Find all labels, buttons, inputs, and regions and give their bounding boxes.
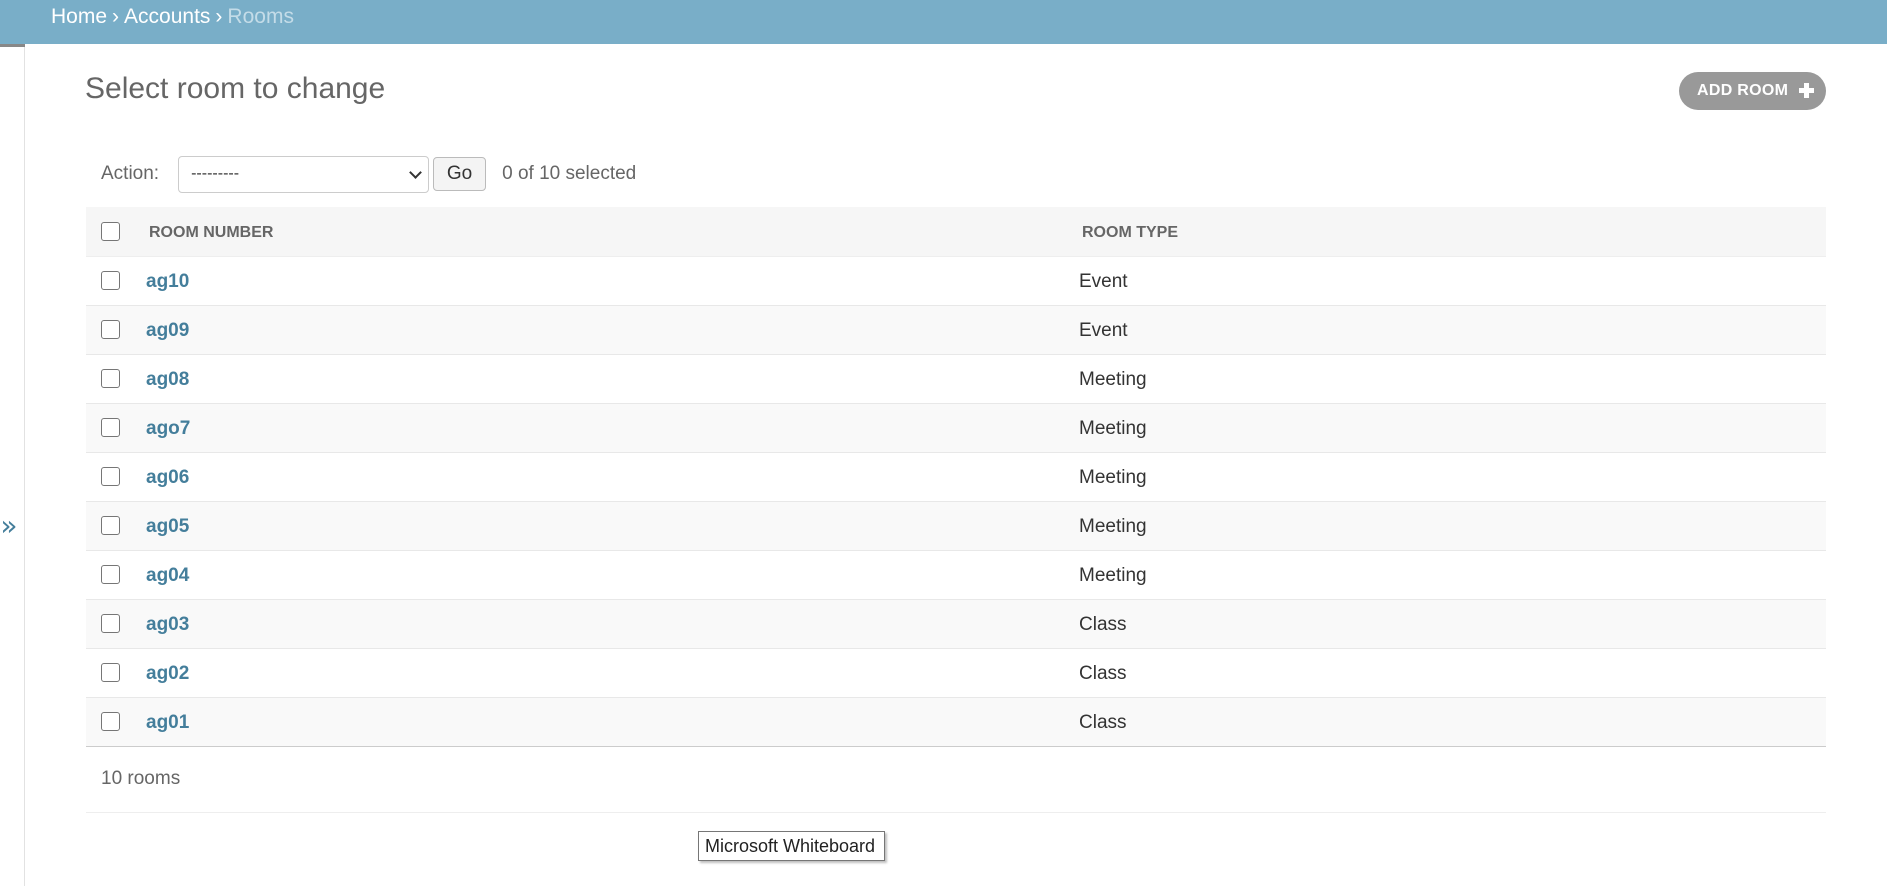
select-all-checkbox[interactable] xyxy=(101,222,120,241)
row-checkbox[interactable] xyxy=(101,614,120,633)
plus-icon xyxy=(1799,83,1814,98)
room-type-cell: Meeting xyxy=(1079,516,1147,537)
table-header: ROOM NUMBER ROOM TYPE xyxy=(86,207,1826,257)
table-row: ag09 Event xyxy=(86,306,1826,355)
selection-counter: 0 of 10 selected xyxy=(502,163,637,184)
table-row: ag04 Meeting xyxy=(86,551,1826,600)
chevron-down-icon xyxy=(409,165,422,179)
table-row: ag08 Meeting xyxy=(86,355,1826,404)
action-select[interactable]: --------- xyxy=(178,155,430,193)
room-number-link[interactable]: ag08 xyxy=(146,369,189,391)
table-row: ag10 Event xyxy=(86,257,1826,306)
row-checkbox[interactable] xyxy=(101,369,120,388)
breadcrumb-home-link[interactable]: Home xyxy=(51,5,107,28)
room-type-cell: Class xyxy=(1079,663,1127,684)
room-type-cell: Class xyxy=(1079,712,1127,733)
table-row: ag03 Class xyxy=(86,600,1826,649)
add-room-button[interactable]: ADD ROOM xyxy=(1679,72,1826,110)
action-select-value: --------- xyxy=(191,164,240,182)
go-button[interactable]: Go xyxy=(433,157,487,191)
result-count: 10 rooms xyxy=(101,768,181,789)
room-number-link[interactable]: ag05 xyxy=(146,516,189,538)
room-type-cell: Event xyxy=(1079,320,1128,341)
row-checkbox[interactable] xyxy=(101,320,120,339)
room-type-cell: Meeting xyxy=(1079,467,1147,488)
room-number-link[interactable]: ag02 xyxy=(146,663,189,685)
table-row: ag06 Meeting xyxy=(86,453,1826,502)
column-header-room-number[interactable]: ROOM NUMBER xyxy=(149,224,273,242)
room-number-link[interactable]: ag04 xyxy=(146,565,189,587)
taskbar-tooltip: Microsoft Whiteboard xyxy=(698,831,885,861)
table-row: ago7 Meeting xyxy=(86,404,1826,453)
breadcrumb: Home › Accounts › Rooms xyxy=(0,0,1887,44)
action-label: Action: xyxy=(101,163,160,184)
row-checkbox[interactable] xyxy=(101,712,120,731)
row-checkbox[interactable] xyxy=(101,418,120,437)
sidebar-divider xyxy=(0,44,25,47)
breadcrumb-separator: › xyxy=(215,5,223,28)
row-checkbox[interactable] xyxy=(101,516,120,535)
sidebar-toggle-icon[interactable]: » xyxy=(0,506,18,546)
room-type-cell: Meeting xyxy=(1079,418,1147,439)
nav-sidebar-collapsed: » xyxy=(0,44,25,886)
room-type-cell: Event xyxy=(1079,271,1128,292)
breadcrumb-current: Rooms xyxy=(227,5,294,28)
result-list: ROOM NUMBER ROOM TYPE ag10 Event ag09 Ev… xyxy=(86,207,1826,747)
actions-bar: Action: --------- Go 0 of 10 selected xyxy=(86,155,636,193)
table-row: ag02 Class xyxy=(86,649,1826,698)
room-number-link[interactable]: ag03 xyxy=(146,614,189,636)
column-header-room-type[interactable]: ROOM TYPE xyxy=(1082,224,1178,242)
paginator: 10 rooms xyxy=(86,747,1826,813)
room-number-link[interactable]: ag09 xyxy=(146,320,189,342)
room-number-link[interactable]: ago7 xyxy=(146,418,190,440)
row-checkbox[interactable] xyxy=(101,271,120,290)
row-checkbox[interactable] xyxy=(101,663,120,682)
row-checkbox[interactable] xyxy=(101,467,120,486)
breadcrumb-separator: › xyxy=(112,5,120,28)
table-row: ag01 Class xyxy=(86,698,1826,747)
room-type-cell: Meeting xyxy=(1079,369,1147,390)
room-type-cell: Meeting xyxy=(1079,565,1147,586)
room-number-link[interactable]: ag01 xyxy=(146,712,189,734)
room-number-link[interactable]: ag10 xyxy=(146,271,189,293)
add-room-label: ADD ROOM xyxy=(1697,82,1789,99)
room-number-link[interactable]: ag06 xyxy=(146,467,189,489)
row-checkbox[interactable] xyxy=(101,565,120,584)
page-title: Select room to change xyxy=(85,72,386,105)
room-type-cell: Class xyxy=(1079,614,1127,635)
breadcrumb-accounts-link[interactable]: Accounts xyxy=(124,5,210,28)
table-row: ag05 Meeting xyxy=(86,502,1826,551)
